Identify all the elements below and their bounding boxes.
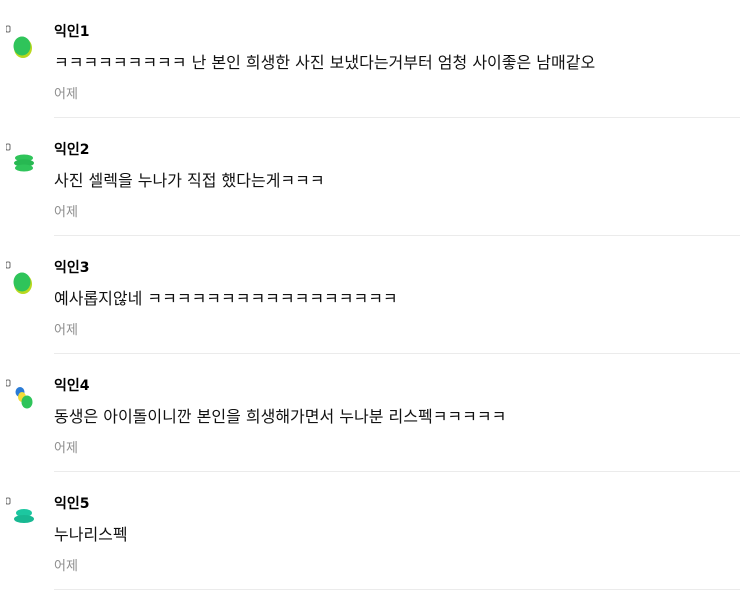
comment-time: 어제 <box>54 559 78 574</box>
comment-author[interactable]: 익인1 <box>54 22 90 42</box>
comment-text: 사진 셀렉을 누나가 직접 했다는게ㅋㅋㅋ <box>54 171 325 190</box>
comment-item: 익인3 예사롭지않네 ㅋㅋㅋㅋㅋㅋㅋㅋㅋㅋㅋㅋㅋㅋㅋㅋㅋ 어제 <box>0 236 742 354</box>
comment-time: 어제 <box>54 205 78 220</box>
green-stack-avatar-icon[interactable] <box>6 142 36 176</box>
comment-body: 익인2 사진 셀렉을 누나가 직접 했다는게ㅋㅋㅋ 어제 <box>54 118 740 236</box>
comment-text: ㅋㅋㅋㅋㅋㅋㅋㅋㅋ 난 본인 희생한 사진 보냈다는거부터 엄청 사이좋은 남매… <box>54 53 596 72</box>
comment-body: 익인1 ㅋㅋㅋㅋㅋㅋㅋㅋㅋ 난 본인 희생한 사진 보냈다는거부터 엄청 사이좋… <box>54 0 740 118</box>
comment-author[interactable]: 익인3 <box>54 258 90 278</box>
comment-text: 동생은 아이돌이니깐 본인을 희생해가면서 누나분 리스펙ㅋㅋㅋㅋㅋ <box>54 407 507 426</box>
comment-time: 어제 <box>54 323 78 338</box>
comment-author[interactable]: 익인4 <box>54 376 90 396</box>
comment-author[interactable]: 익인5 <box>54 494 90 514</box>
blue-yellow-avatar-icon[interactable] <box>6 378 36 412</box>
comment-item: 익인5 누나리스펙 어제 <box>0 472 742 590</box>
comment-text: 누나리스펙 <box>54 525 128 544</box>
comment-body: 익인5 누나리스펙 어제 <box>54 472 740 590</box>
comment-item: 익인4 동생은 아이돌이니깐 본인을 희생해가면서 누나분 리스펙ㅋㅋㅋㅋㅋ 어… <box>0 354 742 472</box>
green-blob-avatar-icon[interactable] <box>6 260 36 294</box>
comment-time: 어제 <box>54 441 78 456</box>
comment-text: 예사롭지않네 ㅋㅋㅋㅋㅋㅋㅋㅋㅋㅋㅋㅋㅋㅋㅋㅋㅋ <box>54 289 398 308</box>
comment-list: 익인1 ㅋㅋㅋㅋㅋㅋㅋㅋㅋ 난 본인 희생한 사진 보냈다는거부터 엄청 사이좋… <box>0 0 742 590</box>
comment-body: 익인3 예사롭지않네 ㅋㅋㅋㅋㅋㅋㅋㅋㅋㅋㅋㅋㅋㅋㅋㅋㅋ 어제 <box>54 236 740 354</box>
comment-body: 익인4 동생은 아이돌이니깐 본인을 희생해가면서 누나분 리스펙ㅋㅋㅋㅋㅋ 어… <box>54 354 740 472</box>
comment-author[interactable]: 익인2 <box>54 140 90 160</box>
comment-time: 어제 <box>54 87 78 102</box>
comment-item: 익인2 사진 셀렉을 누나가 직접 했다는게ㅋㅋㅋ 어제 <box>0 118 742 236</box>
comment-item: 익인1 ㅋㅋㅋㅋㅋㅋㅋㅋㅋ 난 본인 희생한 사진 보냈다는거부터 엄청 사이좋… <box>0 0 742 118</box>
green-blob-avatar-icon[interactable] <box>6 24 36 58</box>
teal-stack-avatar-icon[interactable] <box>6 496 36 530</box>
